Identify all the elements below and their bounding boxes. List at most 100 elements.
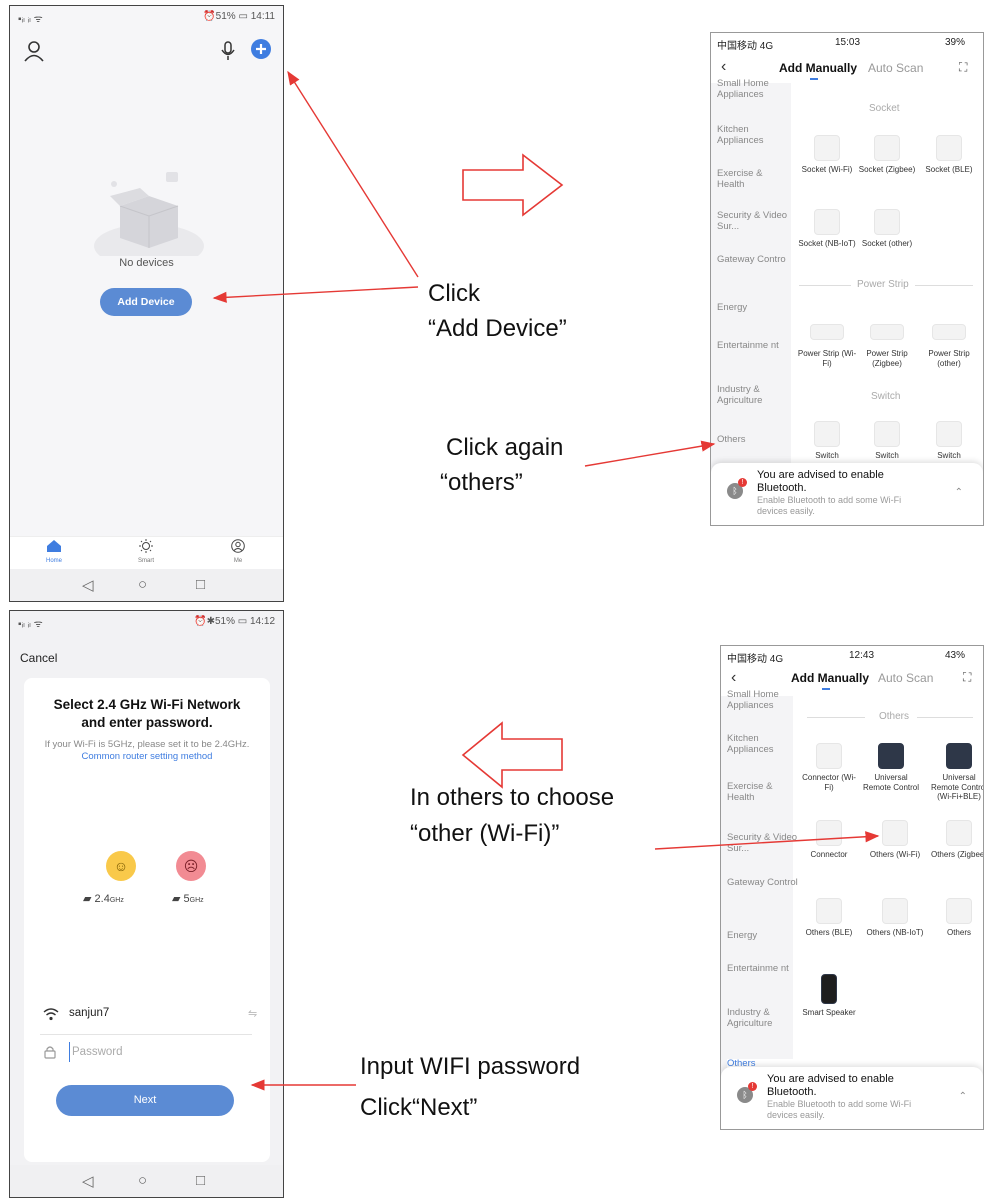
profile-icon[interactable]: [24, 40, 44, 62]
status-right: ⏰✱51% ▭ 14:12: [194, 616, 275, 627]
caption-click-again: Click again: [446, 434, 564, 461]
category-item[interactable]: Entertainme nt: [717, 340, 789, 352]
category-item[interactable]: Exercise & Health: [727, 781, 799, 804]
android-nav-bar: ◁ ○ □: [10, 569, 283, 601]
category-item-others[interactable]: Others: [717, 434, 789, 446]
cancel-button[interactable]: Cancel: [20, 651, 57, 665]
tab-me-label: Me: [233, 558, 243, 564]
back-icon[interactable]: ◁: [82, 576, 94, 594]
device-tile[interactable]: Socket (Wi-Fi): [797, 135, 857, 175]
device-tile[interactable]: Switch: [797, 421, 857, 461]
category-item[interactable]: Small Home Appliances: [717, 78, 789, 101]
category-item[interactable]: Security & Video Sur...: [717, 210, 789, 233]
ios-add-device-socket: 中国移动 4G 15:03 39% ‹ Add Manually Auto Sc…: [710, 32, 984, 526]
router-help-link[interactable]: Common router setting method: [82, 751, 213, 762]
device-tile[interactable]: Switch: [919, 421, 979, 461]
phone-wifi-screen: ▪ᵢₗ ᵢₗ ᯤ ⏰✱51% ▭ 14:12 Cancel Select 2.4…: [9, 610, 284, 1198]
section-socket: Socket: [869, 103, 900, 114]
device-icon: [882, 820, 908, 846]
device-tile[interactable]: Universal Remote Control: [861, 743, 921, 792]
category-item[interactable]: Gateway Contro: [717, 254, 789, 266]
category-sidebar: Small Home Appliances Kitchen Appliances…: [721, 689, 798, 1129]
bluetooth-banner[interactable]: ᛒ ! You are advised to enable Bluetooth.…: [721, 1067, 983, 1129]
band-24-label: ▰ 2.4GHz: [83, 892, 124, 905]
section-power-strip: Power Strip: [857, 279, 909, 290]
recents-icon[interactable]: □: [196, 576, 205, 593]
category-item[interactable]: Energy: [727, 930, 799, 942]
chevron-up-icon[interactable]: ⌃: [959, 1091, 967, 1102]
home-circle-icon[interactable]: ○: [138, 576, 147, 593]
back-icon[interactable]: ◁: [82, 1172, 94, 1190]
home-circle-icon[interactable]: ○: [138, 1172, 147, 1189]
scan-icon[interactable]: ⛶: [963, 670, 971, 685]
ios-add-device-others: 中国移动 4G 12:43 43% ‹ Add Manually Auto Sc…: [720, 645, 984, 1130]
android-nav-bar: ◁ ○ □: [10, 1165, 283, 1197]
add-circle-icon[interactable]: [251, 39, 271, 59]
category-item[interactable]: Gateway Control: [727, 877, 799, 889]
device-tile[interactable]: Switch: [857, 421, 917, 461]
device-tile[interactable]: Others (Zigbee): [929, 820, 983, 860]
tab-home[interactable]: Home: [36, 539, 72, 564]
device-tile[interactable]: Others (NB-IoT): [865, 898, 925, 938]
device-tile[interactable]: Socket (BLE): [919, 135, 979, 175]
microphone-icon[interactable]: [221, 40, 235, 62]
device-tile[interactable]: Smart Speaker: [799, 974, 859, 1018]
device-tile[interactable]: Others: [929, 898, 983, 938]
tab-add-manually[interactable]: Add Manually: [791, 671, 869, 685]
device-tile[interactable]: Connector: [799, 820, 859, 860]
tab-smart[interactable]: Smart: [128, 539, 164, 564]
device-tile[interactable]: Socket (other): [857, 209, 917, 249]
wifi-icon: [43, 1007, 59, 1021]
device-tile-others-wifi[interactable]: Others (Wi-Fi): [865, 820, 925, 860]
status-bar: ▪ᵢₗ ᵢₗ ᯤ ⏰✱51% ▭ 14:12: [10, 611, 283, 633]
device-label: Smart Speaker: [802, 1008, 856, 1017]
tab-auto-scan[interactable]: Auto Scan: [878, 671, 933, 685]
category-item[interactable]: Entertainme nt: [727, 963, 799, 975]
device-tile[interactable]: Connector (Wi-Fi): [799, 743, 859, 792]
category-item[interactable]: Industry & Agriculture: [717, 384, 789, 407]
tab-auto-scan[interactable]: Auto Scan: [868, 61, 923, 75]
speaker-icon: [821, 974, 837, 1004]
switch-network-icon[interactable]: ⇋: [248, 1007, 257, 1020]
bluetooth-banner[interactable]: ᛒ ! You are advised to enable Bluetooth.…: [711, 463, 983, 525]
device-tile[interactable]: Power Strip (Zigbee): [857, 319, 917, 368]
chevron-up-icon[interactable]: ⌃: [955, 487, 963, 498]
bluetooth-body: Enable Bluetooth to add some Wi-Fi devic…: [767, 1099, 912, 1120]
router-icon: ▰: [172, 893, 181, 905]
caption-in-others: In others to choose: [410, 784, 615, 811]
device-tile[interactable]: Power Strip (other): [919, 319, 979, 368]
device-icon: [882, 898, 908, 924]
next-button[interactable]: Next: [56, 1085, 234, 1116]
tab-add-manually[interactable]: Add Manually: [779, 61, 857, 75]
category-item[interactable]: Security & Video Sur...: [727, 832, 799, 855]
device-label: Power Strip (Zigbee): [866, 349, 908, 368]
battery: 43%: [945, 650, 966, 661]
remote-icon: [946, 743, 972, 769]
category-item[interactable]: Small Home Appliances: [727, 689, 799, 712]
category-sidebar: Small Home Appliances Kitchen Appliances…: [711, 78, 791, 525]
router-icon: ▰: [83, 893, 92, 905]
category-item[interactable]: Industry & Agriculture: [727, 1007, 799, 1030]
add-device-button[interactable]: Add Device: [100, 288, 192, 316]
caption-click-next: Click“Next”: [360, 1094, 478, 1121]
category-item[interactable]: Energy: [717, 302, 789, 314]
device-tile[interactable]: Universal Remote Control (Wi-Fi+BLE): [929, 743, 983, 802]
category-item[interactable]: Kitchen Appliances: [717, 124, 789, 147]
wifi-name[interactable]: sanjun7: [69, 1007, 109, 1019]
password-field[interactable]: Password: [69, 1042, 249, 1062]
divider: [799, 285, 851, 286]
scan-icon[interactable]: ⛶: [959, 60, 967, 75]
tab-me[interactable]: Me: [220, 539, 256, 564]
device-tile[interactable]: Others (BLE): [799, 898, 859, 938]
band-5-label: ▰ 5GHz: [172, 892, 204, 905]
back-chevron-icon[interactable]: ‹: [731, 669, 736, 687]
back-chevron-icon[interactable]: ‹: [721, 58, 726, 76]
device-label: Connector: [810, 850, 848, 859]
device-tile[interactable]: Socket (NB-IoT): [797, 209, 857, 249]
device-tile[interactable]: Power Strip (Wi-Fi): [797, 319, 857, 368]
device-label: Switch: [815, 451, 839, 460]
category-item[interactable]: Kitchen Appliances: [727, 733, 799, 756]
category-item[interactable]: Exercise & Health: [717, 168, 789, 191]
recents-icon[interactable]: □: [196, 1172, 205, 1189]
device-tile[interactable]: Socket (Zigbee): [857, 135, 917, 175]
